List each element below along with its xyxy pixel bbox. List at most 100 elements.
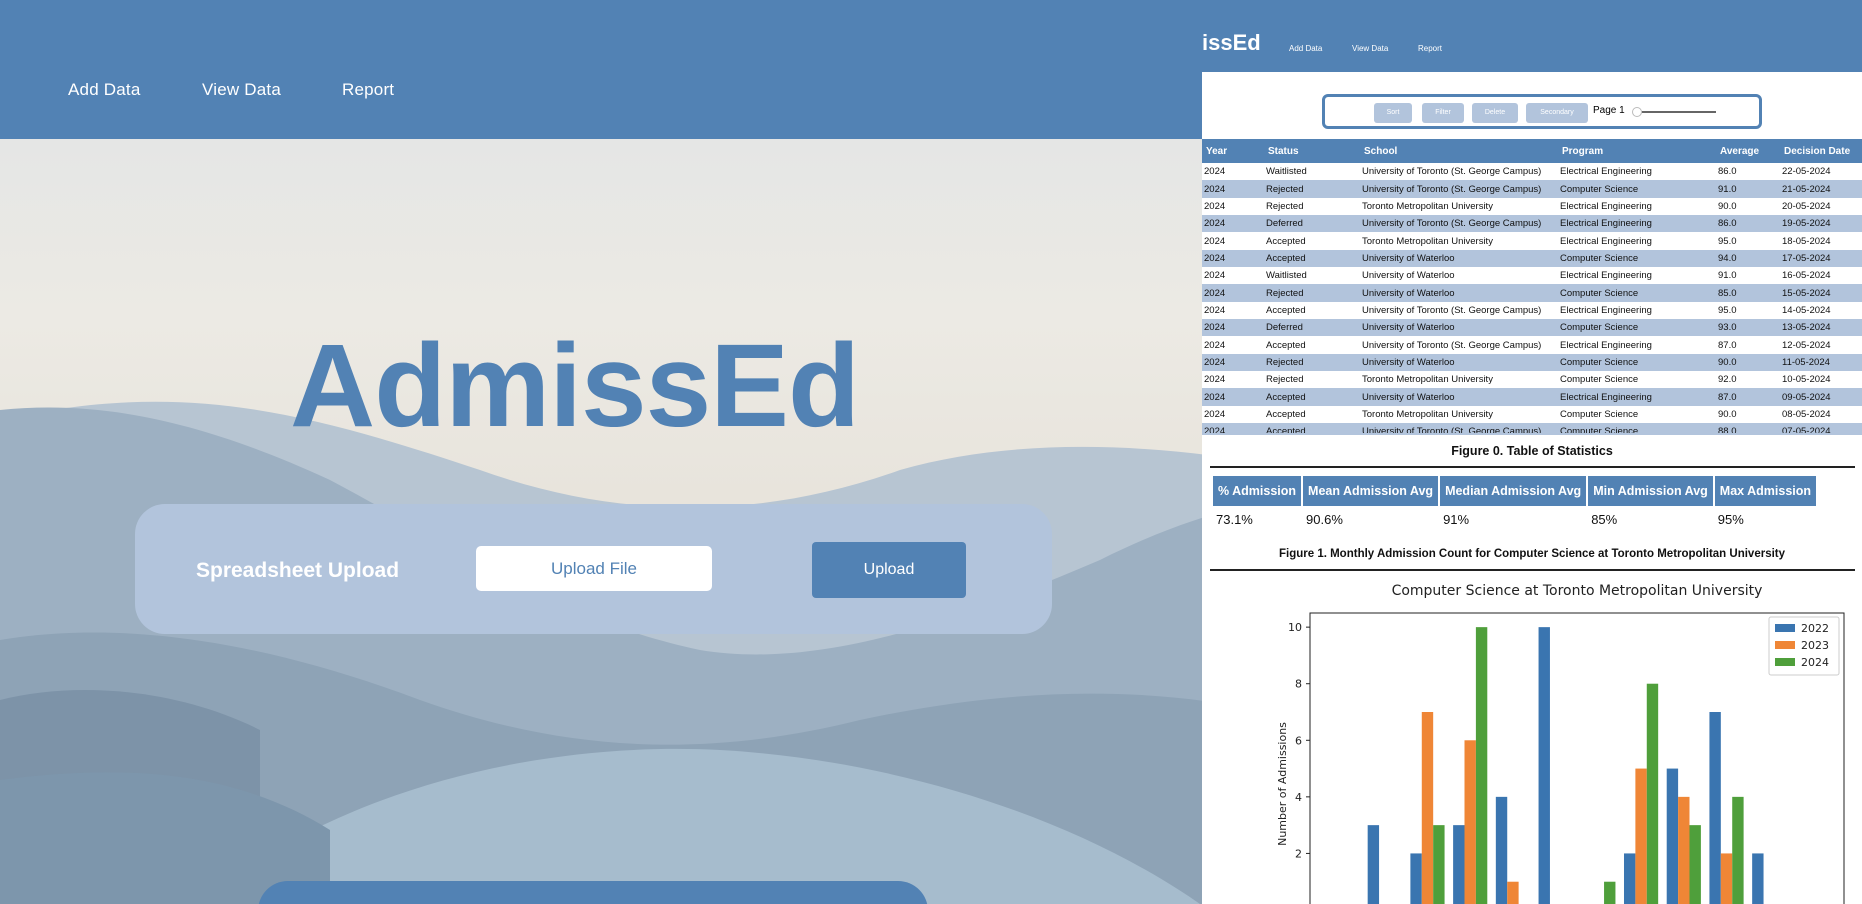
cell-year: 2024 bbox=[1202, 249, 1264, 268]
cell-program: Computer Science bbox=[1558, 353, 1716, 372]
cell-year: 2024 bbox=[1204, 304, 1226, 316]
col-header-decision-date[interactable]: Decision Date bbox=[1780, 139, 1862, 163]
stat-header: % Admission bbox=[1213, 476, 1302, 506]
bar-2022-4 bbox=[1453, 825, 1465, 904]
bar-2024-8 bbox=[1646, 683, 1659, 904]
cell-status: Waitlisted bbox=[1266, 166, 1307, 178]
overlay-nav-view-data[interactable]: View Data bbox=[1352, 44, 1388, 53]
table-row[interactable]: 2024 Rejected Toronto Metropolitan Univers… bbox=[1202, 198, 1862, 215]
cell-average: 95.0 bbox=[1718, 304, 1737, 316]
table-row[interactable]: 2024 Accepted University of Toronto (St. G… bbox=[1202, 302, 1862, 319]
stat-header: Max Admission bbox=[1714, 476, 1817, 506]
col-header-status[interactable]: Status bbox=[1264, 139, 1360, 163]
table-row[interactable]: 2024 Accepted University of Waterloo Comput… bbox=[1202, 249, 1862, 268]
table-row[interactable]: 2024 Rejected Toronto Metropolitan Univers… bbox=[1202, 371, 1862, 388]
table-row[interactable]: 2024 Rejected University of Waterloo Comput… bbox=[1202, 353, 1862, 372]
secondary-button[interactable]: Secondary bbox=[1526, 103, 1588, 123]
cell-decision-date: 10-05-2024 bbox=[1782, 374, 1831, 386]
cell-average: 92.0 bbox=[1718, 374, 1737, 386]
table-row[interactable]: 2024 Accepted University of Waterloo Electr… bbox=[1202, 388, 1862, 406]
bar-2024-10 bbox=[1732, 796, 1744, 904]
col-header-school[interactable]: School bbox=[1360, 139, 1558, 163]
table-row[interactable]: 2024 Deferred University of Toronto (St. G… bbox=[1202, 215, 1862, 233]
page-slider-knob[interactable] bbox=[1632, 107, 1642, 117]
overlay-navbar: issEd Add Data View Data Report bbox=[1202, 0, 1862, 72]
cell-status: Rejected bbox=[1266, 200, 1304, 212]
upload-submit-button[interactable]: Upload bbox=[812, 542, 966, 598]
cell-status: Rejected bbox=[1264, 353, 1360, 372]
cell-school: Toronto Metropolitan University bbox=[1362, 200, 1493, 212]
delete-button[interactable]: Delete bbox=[1472, 103, 1518, 123]
cell-status: Rejected bbox=[1266, 374, 1304, 386]
cell-average: 87.0 bbox=[1718, 339, 1737, 351]
cell-status: Accepted bbox=[1266, 304, 1306, 316]
cell-average: 88.0 bbox=[1716, 423, 1780, 433]
table-row[interactable]: 2024 Accepted University of Toronto (St. G… bbox=[1202, 423, 1862, 433]
cell-status: Waitlisted bbox=[1266, 270, 1307, 282]
cell-school: Toronto Metropolitan University bbox=[1362, 374, 1493, 386]
y-tick-label: 4 bbox=[1295, 791, 1302, 804]
bar-2024-4 bbox=[1475, 627, 1488, 904]
bar-2022-11 bbox=[1752, 853, 1764, 904]
cell-school: University of Toronto (St. George Campus… bbox=[1360, 423, 1558, 433]
table-header-row: Year Status School Program Average Decis… bbox=[1202, 139, 1862, 163]
cell-decision-date: 11-05-2024 bbox=[1780, 353, 1862, 372]
nav-add-data[interactable]: Add Data bbox=[68, 80, 140, 100]
table-row[interactable]: 2024 Accepted University of Toronto (St. G… bbox=[1202, 336, 1862, 353]
stat-value: 73.1% bbox=[1216, 511, 1253, 527]
upload-file-button[interactable]: Upload File bbox=[476, 546, 712, 591]
cell-year: 2024 bbox=[1204, 408, 1226, 420]
cell-program: Electrical Engineering bbox=[1560, 235, 1652, 247]
statistics-table: % Admission Mean Admission Avg Median Ad… bbox=[1211, 476, 1818, 532]
bottom-action-bar[interactable] bbox=[258, 881, 928, 904]
cell-decision-date: 15-05-2024 bbox=[1780, 284, 1862, 302]
cell-program: Computer Science bbox=[1560, 374, 1639, 386]
y-tick-label: 8 bbox=[1295, 678, 1302, 691]
filter-button[interactable]: Filter bbox=[1422, 103, 1464, 123]
cell-program: Computer Science bbox=[1558, 180, 1716, 198]
table-row[interactable]: 2024 Rejected University of Toronto (St. G… bbox=[1202, 180, 1862, 198]
bar-2023-9 bbox=[1678, 796, 1690, 904]
col-header-year[interactable]: Year bbox=[1202, 139, 1264, 163]
cell-status: Accepted bbox=[1266, 235, 1306, 247]
bar-2022-6 bbox=[1538, 627, 1550, 904]
table-row[interactable]: 2024 Waitlisted University of Toronto (St.… bbox=[1202, 163, 1862, 180]
cell-year: 2024 bbox=[1202, 180, 1264, 198]
admissions-table-container[interactable]: Year Status School Program Average Decis… bbox=[1202, 139, 1862, 435]
col-header-average[interactable]: Average bbox=[1716, 139, 1780, 163]
overlay-brand: issEd bbox=[1202, 30, 1261, 55]
bar-2022-2 bbox=[1367, 825, 1380, 904]
overlay-nav-add-data[interactable]: Add Data bbox=[1289, 44, 1322, 53]
table-row[interactable]: 2024 Rejected University of Waterloo Comput… bbox=[1202, 284, 1862, 302]
page-slider-track[interactable] bbox=[1642, 111, 1716, 113]
table-row[interactable]: 2024 Accepted Toronto Metropolitan Univers… bbox=[1202, 232, 1862, 249]
cell-school: Toronto Metropolitan University bbox=[1362, 235, 1493, 247]
cell-decision-date: 07-05-2024 bbox=[1780, 423, 1862, 433]
cell-program: Electrical Engineering bbox=[1560, 270, 1652, 282]
bar-2023-4 bbox=[1464, 740, 1476, 904]
cell-year: 2024 bbox=[1202, 215, 1264, 233]
cell-school: University of Waterloo bbox=[1360, 319, 1558, 337]
table-row[interactable]: 2024 Deferred University of Waterloo Comput… bbox=[1202, 319, 1862, 337]
y-tick-label: 6 bbox=[1295, 734, 1302, 747]
cell-school: University of Waterloo bbox=[1360, 284, 1558, 302]
overlay-nav-report[interactable]: Report bbox=[1418, 44, 1442, 53]
table-row[interactable]: 2024 Accepted Toronto Metropolitan Univers… bbox=[1202, 406, 1862, 423]
col-header-program[interactable]: Program bbox=[1558, 139, 1716, 163]
cell-school: Toronto Metropolitan University bbox=[1362, 408, 1493, 420]
admissions-table: Year Status School Program Average Decis… bbox=[1202, 139, 1862, 433]
cell-program: Electrical Engineering bbox=[1560, 339, 1652, 351]
upload-panel: Spreadsheet Upload Upload File Upload bbox=[135, 504, 1052, 634]
table-row[interactable]: 2024 Waitlisted University of Waterloo Elec… bbox=[1202, 267, 1862, 284]
cell-decision-date: 22-05-2024 bbox=[1782, 166, 1831, 178]
cell-program: Electrical Engineering bbox=[1560, 166, 1652, 178]
table-toolbar: Sort Filter Delete Secondary Page 1 bbox=[1322, 94, 1762, 129]
nav-report[interactable]: Report bbox=[342, 80, 394, 100]
cell-program: Electrical Engineering bbox=[1558, 215, 1716, 233]
y-tick-label: 2 bbox=[1295, 847, 1302, 860]
cell-average: 91.0 bbox=[1716, 180, 1780, 198]
figure0-rule bbox=[1210, 466, 1855, 468]
nav-view-data[interactable]: View Data bbox=[202, 80, 281, 100]
cell-average: 90.0 bbox=[1718, 408, 1737, 420]
sort-button[interactable]: Sort bbox=[1374, 103, 1412, 123]
